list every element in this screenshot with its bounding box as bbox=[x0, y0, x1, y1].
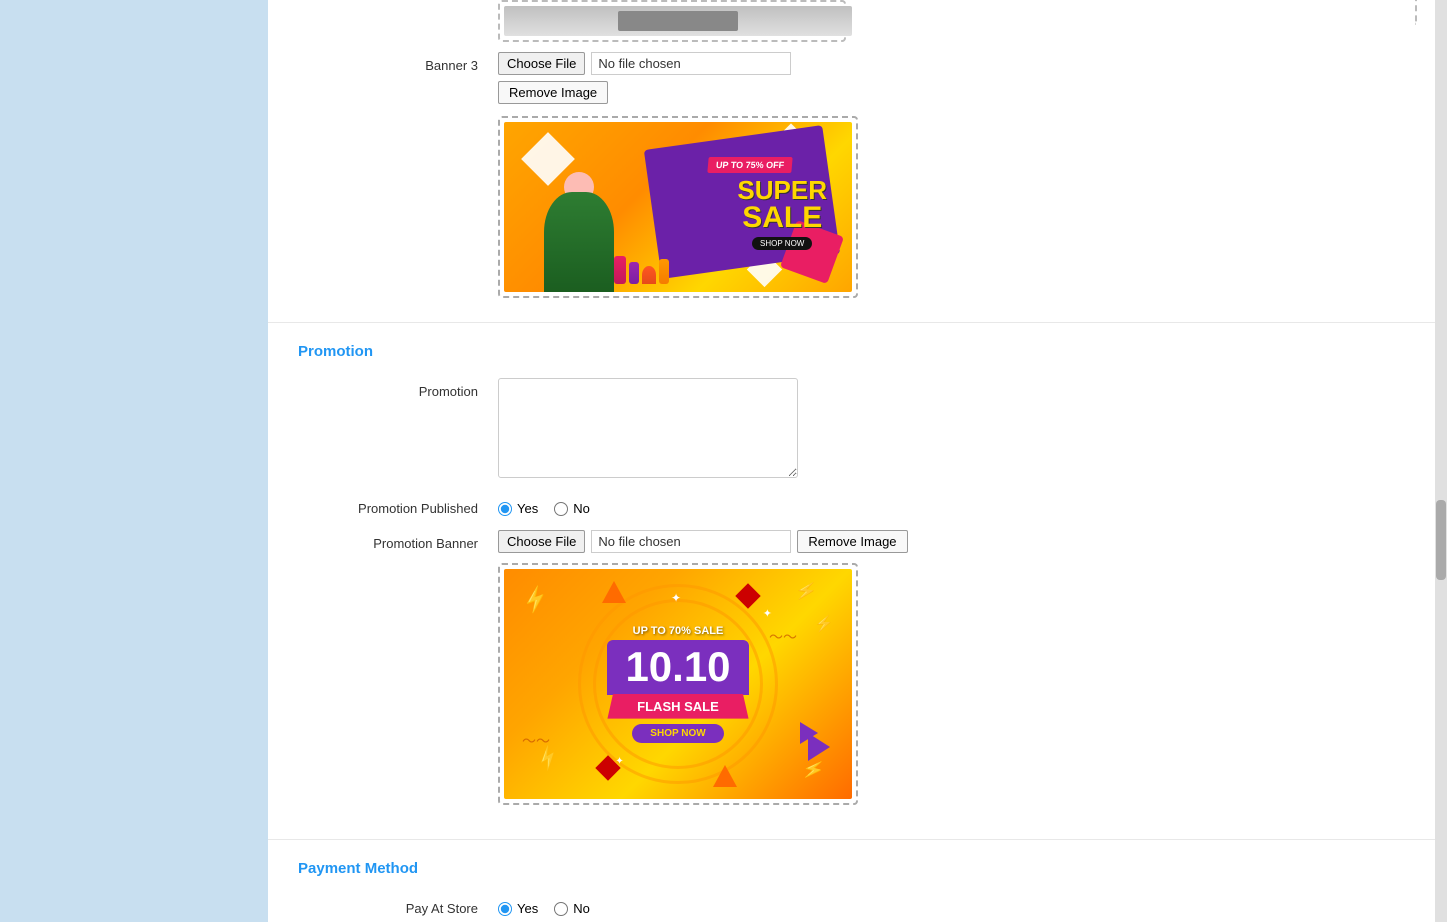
promo-inner: ⚡ ⚡ ⚡ ⚡ ⚡ 〜〜 bbox=[504, 569, 852, 799]
promotion-banner-control: Choose File No file chosen Remove Image … bbox=[498, 530, 1405, 805]
lightning-5: ⚡ bbox=[814, 614, 834, 634]
promotion-textarea[interactable] bbox=[498, 378, 798, 478]
promotion-section: Promotion Promotion Promotion Published … bbox=[268, 323, 1435, 840]
banner3-image-preview: UP TO 75% OFF SUPER SALE SHOP NOW bbox=[504, 122, 852, 292]
star-2: ✦ bbox=[615, 756, 623, 767]
main-content: Banner 3 Choose File No file chosen Remo… bbox=[268, 0, 1435, 922]
banner3-image-preview-wrapper: UP TO 75% OFF SUPER SALE SHOP NOW bbox=[498, 116, 858, 298]
promotion-published-no-label: No bbox=[573, 501, 590, 516]
scrollbar-thumb[interactable] bbox=[1436, 500, 1446, 580]
promo-orange-tri-1 bbox=[602, 581, 626, 603]
promotion-banner-row: Promotion Banner Choose File No file cho… bbox=[298, 530, 1405, 805]
payment-method-section: Payment Method Pay At Store Yes No bbox=[268, 840, 1435, 922]
promotion-section-title: Promotion bbox=[298, 343, 1405, 360]
pay-at-store-no-option[interactable]: No bbox=[554, 901, 590, 916]
top-partial-section: Banner 3 Choose File No file chosen Remo… bbox=[268, 0, 1435, 323]
pay-at-store-yes-option[interactable]: Yes bbox=[498, 901, 538, 916]
promotion-banner-file-wrapper: Choose File No file chosen Remove Image bbox=[498, 530, 1405, 553]
star-1: ✦ bbox=[671, 591, 681, 605]
pay-at-store-yes-label: Yes bbox=[517, 901, 538, 916]
promotion-label: Promotion bbox=[298, 378, 498, 399]
wavy-2: 〜〜 bbox=[769, 627, 797, 647]
promotion-published-row: Promotion Published Yes No bbox=[298, 495, 1405, 516]
banner3-file-name: No file chosen bbox=[591, 52, 791, 75]
promo-1010-label: 10.10 bbox=[607, 640, 748, 694]
pay-at-store-no-label: No bbox=[573, 901, 590, 916]
star-3: ✦ bbox=[763, 607, 772, 620]
promo-shop-now-label: SHOP NOW bbox=[632, 724, 723, 743]
pay-at-store-radio-group: Yes No bbox=[498, 895, 1405, 916]
promotion-banner-preview-wrapper: ⚡ ⚡ ⚡ ⚡ ⚡ 〜〜 bbox=[498, 563, 858, 805]
promotion-banner-choose-file-button[interactable]: Choose File bbox=[498, 530, 585, 553]
wavy-1: 〜〜 bbox=[522, 731, 550, 751]
b3-person-figure bbox=[544, 172, 614, 292]
sidebar bbox=[0, 0, 268, 922]
lightning-4: ⚡ bbox=[799, 757, 826, 783]
pay-at-store-no-radio[interactable] bbox=[554, 902, 568, 916]
b3-sale-label: SALE bbox=[737, 203, 827, 233]
promotion-row: Promotion bbox=[298, 378, 1405, 481]
promo-main-content: UP TO 70% SALE 10.10 FLASH SALE SHOP NOW bbox=[607, 625, 748, 742]
banner3-label: Banner 3 bbox=[298, 52, 498, 73]
promotion-published-yes-option[interactable]: Yes bbox=[498, 501, 538, 516]
pay-at-store-control: Yes No bbox=[498, 895, 1405, 916]
promo-purple-tri-2 bbox=[800, 722, 818, 744]
lightning-2: ⚡ bbox=[793, 579, 819, 604]
promo-up-to-label: UP TO 70% SALE bbox=[607, 625, 748, 637]
promotion-published-control: Yes No bbox=[498, 495, 1405, 516]
promo-orange-tri-2 bbox=[713, 765, 737, 787]
promotion-banner-file-name: No file chosen bbox=[591, 530, 791, 553]
promotion-published-yes-label: Yes bbox=[517, 501, 538, 516]
pay-at-store-label: Pay At Store bbox=[298, 895, 498, 916]
banner3-remove-image-button[interactable]: Remove Image bbox=[498, 81, 608, 104]
b3-shop-now: SHOP NOW bbox=[752, 237, 812, 250]
promotion-banner-label: Promotion Banner bbox=[298, 530, 498, 551]
scrollbar[interactable] bbox=[1435, 0, 1447, 922]
payment-method-title: Payment Method bbox=[298, 860, 1405, 877]
promo-flash-sale-label: FLASH SALE bbox=[607, 694, 748, 719]
b3-cosmetics bbox=[614, 256, 669, 284]
promotion-published-radio-group: Yes No bbox=[498, 495, 1405, 516]
banner3-choose-file-button[interactable]: Choose File bbox=[498, 52, 585, 75]
banner3-row: Banner 3 Choose File No file chosen Remo… bbox=[298, 52, 1405, 298]
b3-sale-badge: UP TO 75% OFF bbox=[707, 157, 793, 173]
promotion-banner-preview: ⚡ ⚡ ⚡ ⚡ ⚡ 〜〜 bbox=[504, 569, 852, 799]
b3-super-label: SUPER bbox=[737, 177, 827, 203]
b3-super-sale-text: SUPER SALE SHOP NOW bbox=[737, 177, 827, 250]
promotion-published-no-radio[interactable] bbox=[554, 502, 568, 516]
promotion-control bbox=[498, 378, 1405, 481]
lightning-1: ⚡ bbox=[518, 583, 553, 617]
promotion-published-yes-radio[interactable] bbox=[498, 502, 512, 516]
promotion-published-label: Promotion Published bbox=[298, 495, 498, 516]
pay-at-store-yes-radio[interactable] bbox=[498, 902, 512, 916]
pay-at-store-row: Pay At Store Yes No bbox=[298, 895, 1405, 916]
right-partial-dashed bbox=[1217, 0, 1417, 25]
banner3-file-input-wrapper: Choose File No file chosen bbox=[498, 52, 1405, 75]
banner3-control: Choose File No file chosen Remove Image bbox=[498, 52, 1405, 298]
promotion-published-no-option[interactable]: No bbox=[554, 501, 590, 516]
promotion-banner-remove-image-button[interactable]: Remove Image bbox=[797, 530, 907, 553]
